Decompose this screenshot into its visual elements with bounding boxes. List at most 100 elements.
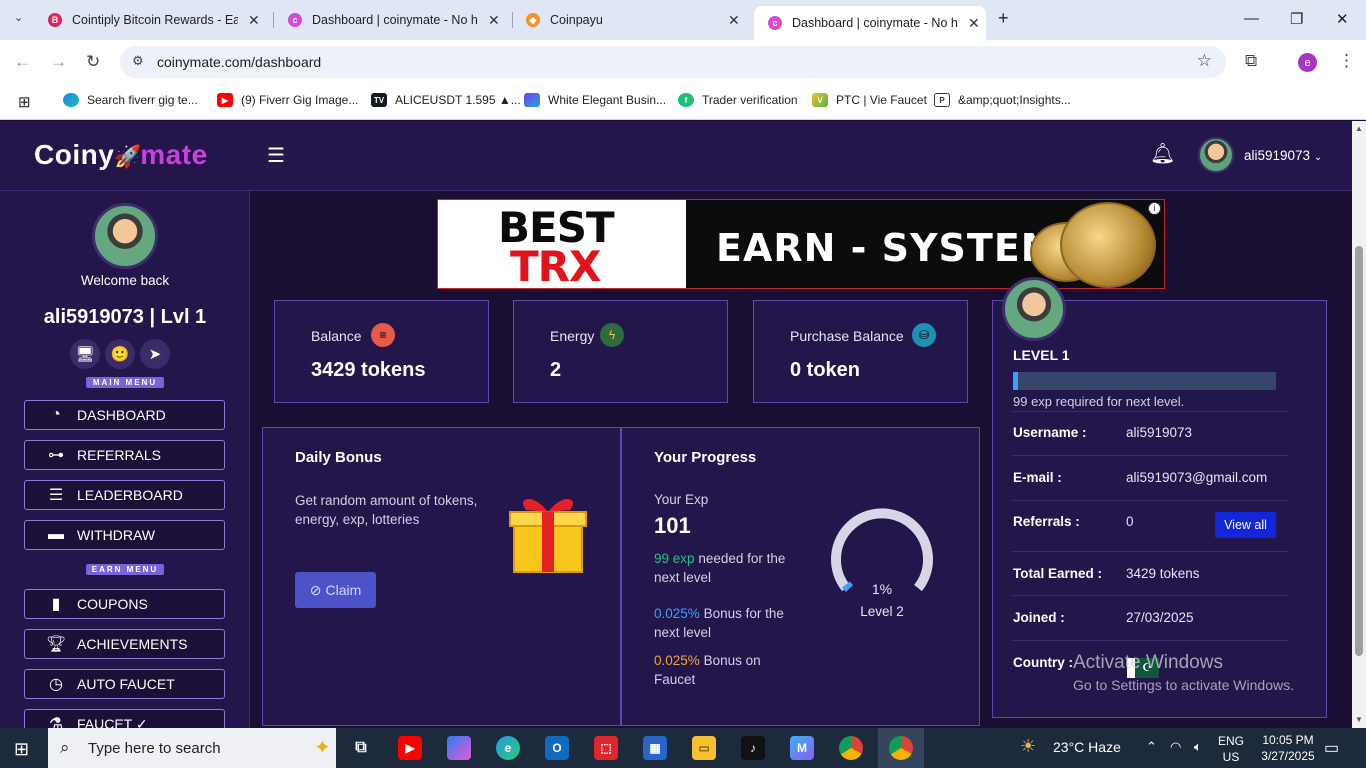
header-avatar[interactable] xyxy=(1198,137,1234,173)
site-info-icon[interactable]: ⚙ xyxy=(132,53,144,69)
copilot-icon xyxy=(63,93,79,107)
scroll-up-icon[interactable]: ▲ xyxy=(1355,124,1363,133)
extensions-icon[interactable]: ⧉ xyxy=(1245,51,1257,71)
store-icon[interactable]: ▦ xyxy=(643,736,667,760)
edge-icon[interactable]: e xyxy=(496,736,520,760)
tab-coinymate-active[interactable]: c Dashboard | coinymate - No ha ✕ xyxy=(754,6,986,40)
new-tab-icon[interactable]: + xyxy=(998,8,1009,29)
claim-button[interactable]: ⊘ Claim xyxy=(295,572,376,608)
username-value: ali5919073 xyxy=(1126,425,1193,440)
profile-icon[interactable]: 🙂 xyxy=(105,339,135,369)
site-header: Coiny🚀mate ☰ 🔔︎ ali5919073 ⌄ xyxy=(0,121,1352,191)
tab-title: Coinpayu xyxy=(550,13,603,27)
bookmark-label: &amp;quot;Insights... xyxy=(958,93,1071,107)
scroll-thumb[interactable] xyxy=(1355,246,1363,656)
tab-separator xyxy=(273,12,274,28)
bookmark-star-icon[interactable]: ☆ xyxy=(1197,51,1212,71)
row-divider xyxy=(1013,640,1288,641)
telegram-icon[interactable]: ➤ xyxy=(140,339,170,369)
sidebar-item-faucet[interactable]: ⚗ FAUCET ✓ xyxy=(24,709,225,728)
notification-center-icon[interactable]: ▭ xyxy=(1324,738,1339,758)
taskbar-clock[interactable]: 10:05 PM 3/27/2025 xyxy=(1258,732,1318,764)
sidebar-item-withdraw[interactable]: ▬ WITHDRAW xyxy=(24,520,225,550)
apps-grid-icon[interactable]: ⊞ xyxy=(18,93,31,111)
windows-taskbar: ⊞ ⌕ Type here to search ✦ ⧉ ▶ e O ⬚ ▦ ▭ … xyxy=(0,728,1366,768)
earn-menu-label: EARN MENU xyxy=(86,564,164,575)
site-logo[interactable]: Coiny🚀mate xyxy=(34,139,208,171)
network-icon[interactable]: ◠ xyxy=(1170,739,1181,755)
bookmark-label: Trader verification xyxy=(702,93,798,107)
forward-icon[interactable]: → xyxy=(50,52,67,72)
m365-icon[interactable]: M xyxy=(790,736,814,760)
sidebar-item-referrals[interactable]: ⊶ REFERRALS xyxy=(24,440,225,470)
task-view-icon[interactable]: ⧉ xyxy=(349,736,373,760)
sidebar-item-dashboard[interactable]: ◔ DASHBOARD xyxy=(24,400,225,430)
volume-icon[interactable]: 🔈︎ xyxy=(1194,739,1202,755)
gauge-icon: ◔ xyxy=(51,406,61,423)
back-icon[interactable]: ← xyxy=(14,52,31,72)
omnibox[interactable]: ⚙ coinymate.com/dashboard ☆ xyxy=(120,46,1226,78)
tab-coinpayu[interactable]: ◆ Coinpayu ✕ xyxy=(526,6,740,34)
tab-close-icon[interactable]: ✕ xyxy=(488,12,500,29)
close-window-icon[interactable]: ✕ xyxy=(1336,10,1349,28)
tiktok-icon[interactable]: ♪ xyxy=(741,736,765,760)
chevron-down-icon: ⌄ xyxy=(1313,152,1323,163)
notification-bell-icon[interactable]: 🔔︎ xyxy=(1150,141,1175,166)
faucet-icon: ⚗ xyxy=(48,716,64,728)
sidebar-item-coupons[interactable]: ▮ COUPONS xyxy=(24,589,225,619)
bookmark-item[interactable]: TV ALICEUSDT 1.595 ▲... xyxy=(371,93,521,107)
bookmark-item[interactable]: P &amp;quot;Insights... xyxy=(934,93,1071,107)
tab-cointiply[interactable]: B Cointiply Bitcoin Rewards - Earn ✕ xyxy=(48,6,260,34)
bookmark-item[interactable]: Search fiverr gig te... xyxy=(63,93,198,107)
tab-search-icon[interactable]: ⌄ xyxy=(14,11,23,24)
taskbar-search[interactable]: ⌕ Type here to search ✦ xyxy=(48,728,336,768)
ad-info-icon[interactable]: i xyxy=(1148,202,1161,215)
bookmark-item[interactable]: White Elegant Busin... xyxy=(524,93,666,107)
restore-icon[interactable]: ❐ xyxy=(1290,10,1303,28)
chrome-icon[interactable] xyxy=(839,736,863,760)
computer-icon[interactable]: 🖥 xyxy=(70,339,100,369)
youtube-app-icon[interactable]: ▶ xyxy=(398,736,422,760)
hamburger-menu-icon[interactable]: ☰ xyxy=(267,143,285,168)
app-red-icon[interactable]: ⬚ xyxy=(594,736,618,760)
bookmark-item[interactable]: V PTC | Vie Faucet xyxy=(812,93,927,107)
stat-label: Energy xyxy=(550,328,595,344)
tab-coinymate-1[interactable]: c Dashboard | coinymate - No ha ✕ xyxy=(288,6,500,34)
url-text[interactable]: coinymate.com/dashboard xyxy=(157,54,321,70)
profile-avatar[interactable]: e xyxy=(1298,53,1317,72)
tab-close-icon[interactable]: ✕ xyxy=(728,12,740,29)
chrome-profile-icon[interactable] xyxy=(889,736,913,760)
view-all-button[interactable]: View all xyxy=(1215,512,1276,538)
header-user-menu[interactable]: ali5919073 ⌄ xyxy=(1244,148,1322,163)
tray-chevron-icon[interactable]: ⌃ xyxy=(1146,739,1157,755)
balance-card: Balance ≡ 3429 tokens xyxy=(274,300,489,403)
weather-icon[interactable]: ☀ xyxy=(1020,736,1036,757)
sidebar-item-achievements[interactable]: 🏆︎ ACHIEVEMENTS xyxy=(24,629,225,659)
sidebar-item-leaderboard[interactable]: ☰ LEADERBOARD xyxy=(24,480,225,510)
file-explorer-icon[interactable]: ▭ xyxy=(692,736,716,760)
sidebar-item-label: LEADERBOARD xyxy=(77,487,183,503)
copilot-app-icon[interactable] xyxy=(447,736,471,760)
ad-banner[interactable]: BEST TRX EARN - SYSTEM i xyxy=(437,199,1165,289)
bookmark-item[interactable]: f Trader verification xyxy=(678,93,798,107)
browser-menu-icon[interactable]: ⋮ xyxy=(1338,51,1355,71)
scroll-down-icon[interactable]: ▼ xyxy=(1355,715,1363,724)
exp-needed: 99 exp needed for the next level xyxy=(654,549,794,587)
stat-label: Purchase Balance xyxy=(790,328,904,344)
tab-close-icon[interactable]: ✕ xyxy=(248,12,260,29)
tab-close-icon[interactable]: ✕ xyxy=(968,15,980,32)
windows-start-icon[interactable]: ⊞ xyxy=(14,739,29,760)
minimize-icon[interactable]: — xyxy=(1244,10,1259,27)
reload-icon[interactable]: ↻ xyxy=(86,52,100,72)
canva-icon xyxy=(524,93,540,107)
bookmark-item[interactable]: ▶ (9) Fiverr Gig Image... xyxy=(217,93,358,107)
outlook-icon[interactable]: O xyxy=(545,736,569,760)
sidebar-item-auto-faucet[interactable]: ◷ AUTO FAUCET xyxy=(24,669,225,699)
referrals-key: Referrals : xyxy=(1013,514,1080,529)
sidebar-item-label: COUPONS xyxy=(77,596,148,612)
language-indicator[interactable]: ENG US xyxy=(1218,733,1244,765)
username-key: Username : xyxy=(1013,425,1087,440)
weather-text[interactable]: 23°C Haze xyxy=(1053,739,1121,755)
page-scrollbar[interactable]: ▲ ▼ xyxy=(1352,121,1366,728)
sidebar-user-level: ali5919073 | Lvl 1 xyxy=(43,306,207,328)
